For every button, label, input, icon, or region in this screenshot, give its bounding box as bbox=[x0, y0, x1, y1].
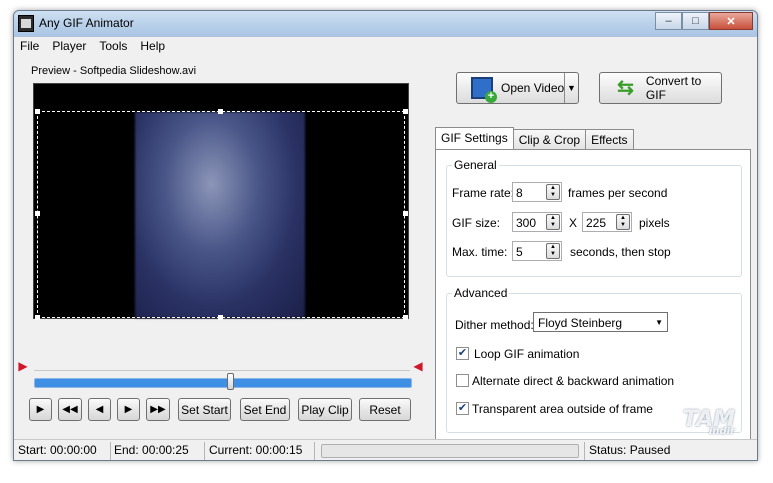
title-bar[interactable]: Any GIF Animator – □ ✕ bbox=[14, 11, 757, 37]
app-window: Any GIF Animator – □ ✕ File Player Tools… bbox=[13, 10, 758, 461]
crop-handle-top-left[interactable] bbox=[35, 109, 40, 114]
max-time-label: Max. time: bbox=[452, 245, 508, 259]
gif-height-spinner[interactable]: 225 ▲ ▼ bbox=[582, 212, 632, 232]
loop-checkbox[interactable]: ✔ bbox=[456, 347, 469, 360]
crop-handle-top-right[interactable] bbox=[403, 109, 408, 114]
frame-rate-label: Frame rate: bbox=[452, 186, 515, 200]
crop-handle-right[interactable] bbox=[403, 211, 408, 216]
max-time-spinner[interactable]: 5 ▲ ▼ bbox=[512, 241, 562, 261]
dither-method-value: Floyd Steinberg bbox=[538, 316, 623, 330]
menu-help[interactable]: Help bbox=[134, 37, 172, 56]
gif-size-label: GIF size: bbox=[452, 216, 501, 230]
status-divider bbox=[204, 442, 205, 460]
video-preview[interactable] bbox=[33, 83, 409, 320]
preview-label: Preview - Softpedia Slideshow.avi bbox=[31, 65, 197, 77]
seek-thumb[interactable] bbox=[226, 373, 234, 390]
gif-height-value: 225 bbox=[586, 216, 607, 230]
status-divider bbox=[314, 442, 315, 460]
reset-button[interactable]: Reset bbox=[359, 398, 411, 421]
app-icon bbox=[18, 15, 34, 32]
rewind-button[interactable]: ◀◀ bbox=[58, 398, 82, 421]
maximize-button[interactable]: □ bbox=[682, 12, 709, 30]
window-title: Any GIF Animator bbox=[39, 16, 134, 30]
spin-arrows-icon[interactable]: ▲ ▼ bbox=[546, 243, 560, 259]
status-start: Start: 00:00:00 bbox=[18, 443, 97, 457]
menu-file[interactable]: File bbox=[14, 37, 46, 56]
crop-handle-bottom-right[interactable] bbox=[403, 315, 408, 320]
general-title: General bbox=[452, 158, 499, 172]
spin-arrows-icon[interactable]: ▲ ▼ bbox=[546, 214, 560, 230]
crop-selection[interactable] bbox=[37, 111, 405, 318]
convert-arrows-icon: ⇆ bbox=[617, 77, 634, 99]
open-video-button[interactable]: Open Video ▼ bbox=[456, 72, 579, 104]
minimize-button[interactable]: – bbox=[655, 12, 682, 30]
menu-player[interactable]: Player bbox=[46, 37, 93, 56]
convert-to-gif-button[interactable]: ⇆ Convert to GIF bbox=[599, 72, 722, 104]
tab-clip-crop[interactable]: Clip & Crop bbox=[512, 129, 587, 149]
tab-effects[interactable]: Effects bbox=[585, 129, 634, 149]
set-end-button[interactable]: Set End bbox=[240, 398, 290, 421]
gif-width-spinner[interactable]: 300 ▲ ▼ bbox=[512, 212, 562, 232]
frame-rate-unit: frames per second bbox=[568, 186, 668, 200]
alternate-checkbox[interactable] bbox=[456, 374, 469, 387]
play-button[interactable]: ▶ bbox=[29, 398, 52, 421]
clip-range-track bbox=[34, 370, 410, 371]
step-forward-button[interactable]: ▶ bbox=[117, 398, 140, 421]
size-unit: pixels bbox=[639, 216, 670, 230]
max-time-unit: seconds, then stop bbox=[570, 245, 671, 259]
gif-width-value: 300 bbox=[516, 216, 537, 230]
status-divider bbox=[584, 442, 585, 460]
status-state: Status: Paused bbox=[589, 443, 671, 457]
status-divider bbox=[110, 442, 111, 460]
status-current: Current: 00:00:15 bbox=[209, 443, 303, 457]
set-start-button[interactable]: Set Start bbox=[178, 398, 231, 421]
transparent-label[interactable]: Transparent area outside of frame bbox=[472, 402, 653, 416]
alternate-label[interactable]: Alternate direct & backward animation bbox=[472, 374, 674, 388]
crop-handle-bottom[interactable] bbox=[218, 315, 223, 320]
spin-arrows-icon[interactable]: ▲ ▼ bbox=[616, 214, 630, 230]
max-time-value: 5 bbox=[516, 245, 523, 259]
settings-tabs: GIF Settings Clip & Crop Effects bbox=[435, 127, 634, 149]
step-back-button[interactable]: ◀ bbox=[88, 398, 111, 421]
close-button[interactable]: ✕ bbox=[709, 12, 753, 30]
watermark-logo: TAM indir bbox=[683, 407, 735, 437]
crop-handle-left[interactable] bbox=[35, 211, 40, 216]
size-separator: X bbox=[569, 216, 578, 230]
advanced-title: Advanced bbox=[452, 286, 510, 300]
status-end: End: 00:00:25 bbox=[114, 443, 189, 457]
crop-handle-top[interactable] bbox=[218, 109, 223, 114]
status-bar: Start: 00:00:00 End: 00:00:25 Current: 0… bbox=[14, 439, 757, 460]
spin-arrows-icon[interactable]: ▲ ▼ bbox=[546, 184, 560, 200]
play-clip-button[interactable]: Play Clip bbox=[298, 398, 352, 421]
window-controls: – □ ✕ bbox=[655, 12, 753, 30]
convert-label: Convert to GIF bbox=[645, 74, 702, 102]
dither-method-select[interactable]: Floyd Steinberg ▼ bbox=[533, 312, 668, 332]
crop-handle-bottom-left[interactable] bbox=[35, 315, 40, 320]
open-video-label: Open Video bbox=[501, 81, 565, 95]
tab-gif-settings[interactable]: GIF Settings bbox=[435, 127, 514, 149]
loop-label[interactable]: Loop GIF animation bbox=[474, 347, 579, 361]
frame-rate-value: 8 bbox=[516, 186, 523, 200]
seek-bar[interactable] bbox=[34, 378, 412, 388]
clip-end-marker-icon[interactable]: ◀ bbox=[412, 359, 424, 373]
conversion-progress bbox=[321, 444, 579, 458]
gif-settings-panel: General Frame rate: 8 ▲ ▼ frames per seco… bbox=[435, 149, 751, 443]
frame-rate-spinner[interactable]: 8 ▲ ▼ bbox=[512, 182, 562, 202]
chevron-down-icon: ▼ bbox=[655, 318, 663, 327]
open-video-dropdown[interactable]: ▼ bbox=[564, 73, 578, 103]
transparent-checkbox[interactable]: ✔ bbox=[456, 402, 469, 415]
menu-bar: File Player Tools Help bbox=[14, 37, 757, 56]
menu-tools[interactable]: Tools bbox=[93, 37, 134, 56]
film-add-icon bbox=[471, 77, 497, 103]
clip-start-marker-icon[interactable]: ▶ bbox=[17, 359, 29, 373]
dither-label: Dither method: bbox=[455, 318, 534, 332]
fast-forward-button[interactable]: ▶▶ bbox=[146, 398, 170, 421]
